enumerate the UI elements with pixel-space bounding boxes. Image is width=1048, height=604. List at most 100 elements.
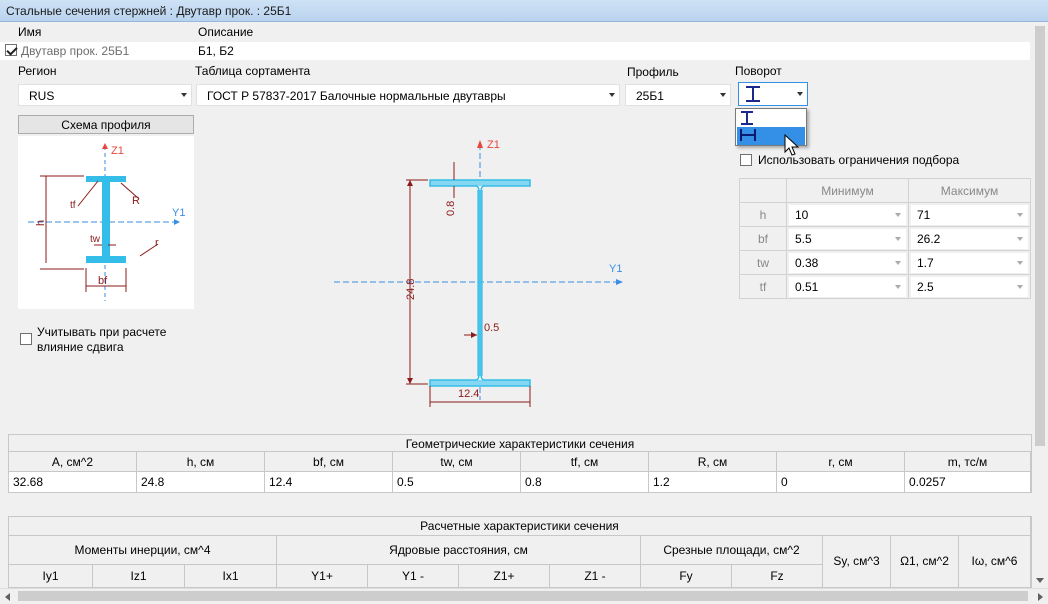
table-value: ГОСТ Р 57837-2017 Балочные нормальные дв… <box>207 89 506 103</box>
name-label: Имя <box>18 25 42 39</box>
limit-value: 2.5 <box>917 279 934 294</box>
calc-sub-header: Fz <box>732 565 823 589</box>
calc-sub-header: Y1 - <box>368 565 459 589</box>
chevron-down-icon <box>895 284 901 289</box>
calc-sy-header: Sy, см^3 <box>823 536 891 589</box>
geometry-value-cell: 0 <box>777 472 905 492</box>
scheme-h-label: h <box>35 220 47 226</box>
chevron-down-icon <box>895 260 901 265</box>
limit-value: 0.51 <box>795 279 819 294</box>
scheme-y-label: Y1 <box>172 207 185 219</box>
profile-select[interactable]: 25Б1 <box>625 84 731 106</box>
limit-min-select[interactable]: 10 <box>789 204 906 225</box>
drawing-web-label: 0.5 <box>484 322 499 334</box>
limit-value: 0.38 <box>795 255 819 270</box>
scroll-right-icon[interactable] <box>1035 592 1045 602</box>
geometry-value-cell: 1.2 <box>649 472 777 492</box>
geometry-header-cell: R, см <box>649 452 777 472</box>
limits-min-header: Минимум <box>786 178 909 203</box>
shear-checkbox[interactable] <box>20 333 32 345</box>
limit-max-select[interactable]: 2.5 <box>911 276 1028 297</box>
geometry-header-cell: bf, см <box>265 452 393 472</box>
geometry-value-cell: 0.0257 <box>905 472 1031 492</box>
calc-table: Расчетные характеристики сечения Моменты… <box>8 516 1032 589</box>
scheme-bf-label: bf <box>98 275 108 287</box>
calc-sub-header: Iz1 <box>93 565 185 589</box>
chevron-down-icon <box>895 236 901 241</box>
limit-min-select[interactable]: 0.51 <box>789 276 906 297</box>
rotation-select[interactable] <box>738 82 808 106</box>
use-limits-checkbox[interactable] <box>740 154 752 166</box>
geometry-value-cell: 32.68 <box>9 472 137 492</box>
shear-label-line1: Учитывать при расчете <box>37 325 167 339</box>
calc-omega-header: Ω1, см^2 <box>891 536 959 589</box>
scheme-z-label: Z1 <box>111 145 124 157</box>
name-row <box>0 42 1030 60</box>
scroll-down-icon[interactable] <box>1035 575 1045 585</box>
chevron-down-icon <box>1017 212 1023 217</box>
i-beam-vertical-icon <box>746 86 760 102</box>
calc-sub-header: Fy <box>641 565 732 589</box>
calc-sub-header: Y1+ <box>277 565 368 589</box>
description-field[interactable]: Б1, Б2 <box>198 44 234 58</box>
limit-value: 26.2 <box>917 231 941 246</box>
calc-sub-header: Iy1 <box>9 565 93 589</box>
scheme-r-large-label: R <box>132 195 140 207</box>
scheme-tf-label: tf <box>70 200 76 211</box>
limit-value: 5.5 <box>795 231 812 246</box>
calc-core-header: Ядровые расстояния, см <box>277 536 641 565</box>
geometry-header-cell: r, см <box>777 452 905 472</box>
chevron-down-icon <box>1017 284 1023 289</box>
i-beam-horizontal-icon <box>740 129 756 141</box>
scroll-left-icon[interactable] <box>3 592 13 602</box>
region-value: RUS <box>29 89 55 103</box>
window-title: Стальные сечения стержней : Двутавр прок… <box>0 0 1048 22</box>
geometry-table: Геометрические характеристики сечения A,… <box>8 434 1032 493</box>
geometry-header-cell: tw, см <box>393 452 521 472</box>
geometry-header-row: A, см^2 h, см bf, см tw, см tf, см R, см… <box>9 452 1031 472</box>
limit-value: 1.7 <box>917 255 934 270</box>
profile-label: Профиль <box>627 65 679 79</box>
assortment-table-select[interactable]: ГОСТ Р 57837-2017 Балочные нормальные дв… <box>196 84 620 106</box>
name-field[interactable]: Двутавр прок. 25Б1 <box>21 44 129 58</box>
geometry-value-cell: 24.8 <box>137 472 265 492</box>
rotation-option-vertical[interactable] <box>737 110 805 128</box>
drawing-height-label: 24.8 <box>405 279 417 300</box>
limit-value: 10 <box>795 207 809 222</box>
chevron-down-icon <box>895 212 901 217</box>
scheme-tw-label: tw <box>90 234 101 245</box>
profile-scheme-button[interactable]: Схема профиля <box>18 115 194 134</box>
region-select[interactable]: RUS <box>18 84 192 106</box>
geometry-value-cell: 0.8 <box>521 472 649 492</box>
section-drawing: Z1 Y1 0.8 24.8 0.5 12.4 <box>334 139 623 407</box>
use-limits-label: Использовать ограничения подбора <box>758 153 960 167</box>
geometry-value-cell: 0.5 <box>393 472 521 492</box>
limit-max-select[interactable]: 71 <box>911 204 1028 225</box>
shear-label-line2: влияние сдвига <box>37 340 124 354</box>
geometry-header-cell: m, тс/м <box>905 452 1031 472</box>
geometry-value-cell: 12.4 <box>265 472 393 492</box>
limits-row-name: tw <box>739 250 787 275</box>
geometry-header-cell: h, см <box>137 452 265 472</box>
limit-max-select[interactable]: 26.2 <box>911 228 1028 249</box>
geometry-header-cell: tf, см <box>521 452 649 472</box>
calc-inertia-header: Моменты инерции, см^4 <box>9 536 277 565</box>
limit-max-select[interactable]: 1.7 <box>911 252 1028 273</box>
name-checkbox[interactable] <box>5 44 17 56</box>
limits-row-name: bf <box>739 226 787 251</box>
limit-value: 71 <box>917 207 931 222</box>
horizontal-scroll-thumb[interactable] <box>18 591 1028 601</box>
rotation-label: Поворот <box>735 64 782 78</box>
i-beam-vertical-icon <box>741 111 753 125</box>
description-label: Описание <box>198 25 254 39</box>
limits-row-name: tf <box>739 274 787 299</box>
calc-sub-header: Z1+ <box>459 565 550 589</box>
geometry-header-cell: A, см^2 <box>9 452 137 472</box>
chevron-down-icon <box>1017 236 1023 241</box>
calc-iw-header: Iω, см^6 <box>959 536 1031 589</box>
limit-min-select[interactable]: 0.38 <box>789 252 906 273</box>
limit-min-select[interactable]: 5.5 <box>789 228 906 249</box>
geometry-title: Геометрические характеристики сечения <box>9 435 1031 452</box>
vertical-scroll-thumb[interactable] <box>1035 26 1045 446</box>
chevron-down-icon <box>1017 260 1023 265</box>
